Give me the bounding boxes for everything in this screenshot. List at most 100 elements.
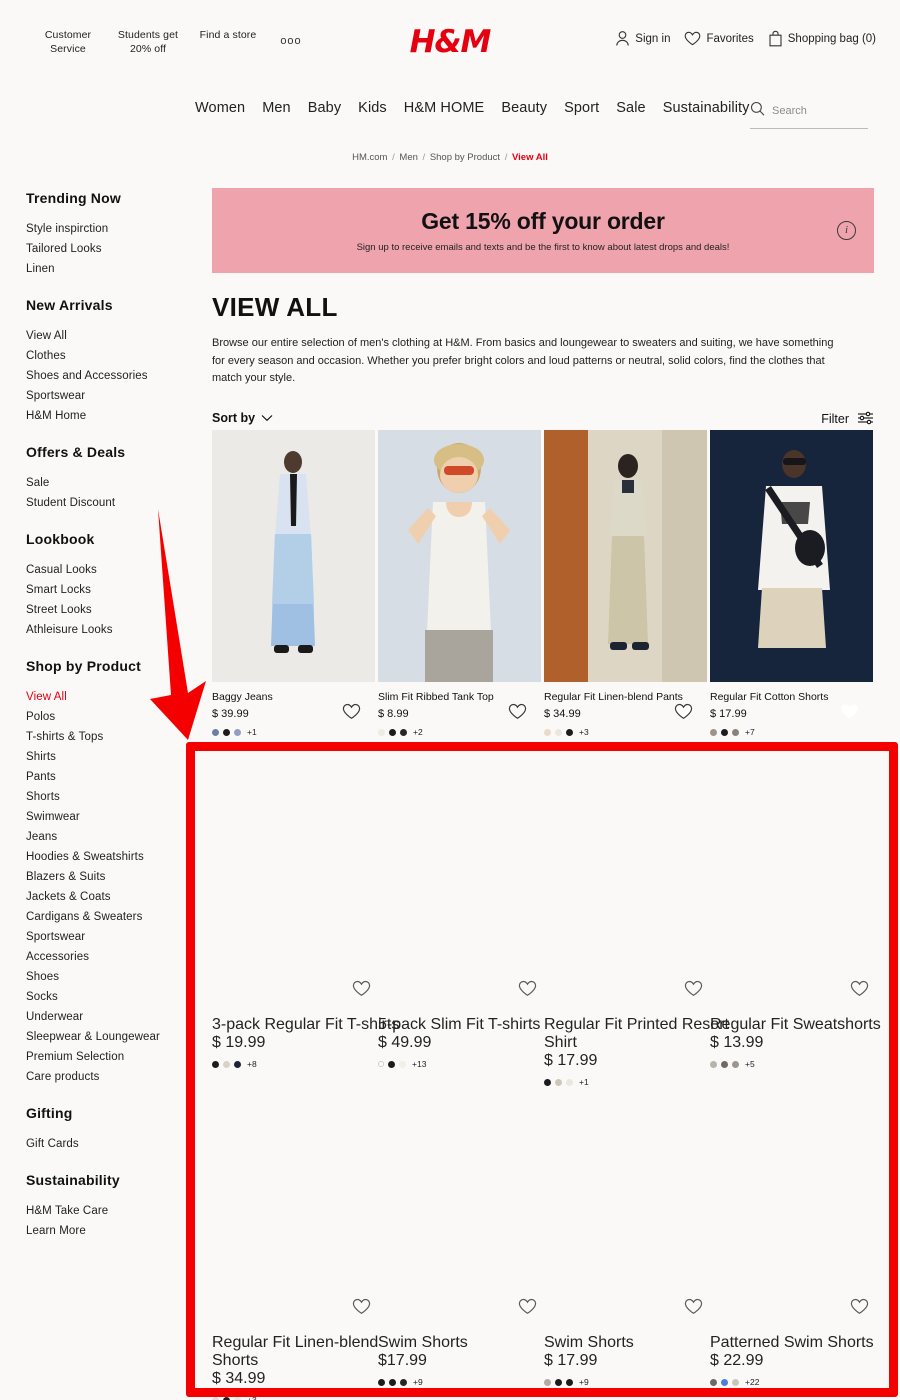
sidebar-item-shorts[interactable]: Shorts bbox=[26, 787, 191, 807]
nav-item-sustainability[interactable]: Sustainability bbox=[663, 100, 750, 116]
filter-button[interactable]: Filter bbox=[821, 411, 874, 428]
sidebar-item-accessories[interactable]: Accessories bbox=[26, 947, 191, 967]
favorite-heart-icon[interactable] bbox=[850, 1298, 869, 1320]
nav-item-kids[interactable]: Kids bbox=[358, 100, 387, 116]
sidebar-item-shoes-and-accessories[interactable]: Shoes and Accessories bbox=[26, 366, 191, 386]
hm-logo[interactable]: H&M bbox=[390, 24, 510, 60]
color-swatch bbox=[721, 1378, 728, 1386]
sidebar-item-care-products[interactable]: Care products bbox=[26, 1067, 191, 1087]
product-image-baggy-jeans[interactable] bbox=[212, 430, 375, 682]
sidebar-item-athleisure-looks[interactable]: Athleisure Looks bbox=[26, 620, 191, 640]
sidebar-item-sale[interactable]: Sale bbox=[26, 473, 191, 493]
product-card[interactable]: Regular Fit Cotton Shorts $ 17.99 +7 bbox=[710, 430, 873, 737]
sidebar-item-style-inspiration[interactable]: Style inspirction bbox=[26, 219, 191, 239]
favorite-heart-icon[interactable] bbox=[684, 980, 703, 1002]
color-swatches[interactable]: +2 bbox=[378, 727, 541, 737]
nav-item-women[interactable]: Women bbox=[195, 100, 245, 116]
product-card[interactable]: Swim Shorts $17.99 +9 bbox=[378, 1066, 541, 1387]
favorite-heart-icon-filled[interactable] bbox=[840, 703, 859, 725]
utility-link-customer-service[interactable]: Customer Service bbox=[28, 28, 108, 56]
product-card[interactable]: Swim Shorts $ 17.99 +9 bbox=[544, 1066, 707, 1387]
favorite-heart-icon[interactable] bbox=[850, 980, 869, 1002]
sidebar-item-hm-take-care[interactable]: H&M Take Care bbox=[26, 1201, 191, 1221]
search-input[interactable]: Search bbox=[750, 101, 868, 129]
utility-link-find-a-store[interactable]: Find a store bbox=[188, 28, 268, 42]
product-card[interactable]: Patterned Swim Shorts $ 22.99 +22 bbox=[710, 1066, 874, 1387]
sort-by-dropdown[interactable]: Sort by bbox=[212, 411, 273, 425]
product-card[interactable]: Regular Fit Linen-blend Pants $ 34.99 +3 bbox=[544, 430, 707, 737]
nav-item-sport[interactable]: Sport bbox=[564, 100, 599, 116]
favorite-heart-icon[interactable] bbox=[352, 980, 371, 1002]
sidebar-item-learn-more[interactable]: Learn More bbox=[26, 1221, 191, 1241]
nav-item-beauty[interactable]: Beauty bbox=[501, 100, 547, 116]
favorites-button[interactable]: Favorites bbox=[684, 31, 754, 46]
sidebar-item-street-looks[interactable]: Street Looks bbox=[26, 600, 191, 620]
nav-item-hm-home[interactable]: H&M HOME bbox=[404, 100, 485, 116]
favorite-heart-icon[interactable] bbox=[508, 703, 527, 725]
product-card[interactable]: Regular Fit Sweatshorts $ 13.99 +5 bbox=[710, 748, 881, 1069]
sidebar-item-hm-home[interactable]: H&M Home bbox=[26, 406, 191, 426]
favorite-heart-icon[interactable] bbox=[674, 703, 693, 725]
favorite-heart-icon[interactable] bbox=[342, 703, 361, 725]
breadcrumb-item-hm[interactable]: HM.com bbox=[352, 152, 387, 163]
promo-banner[interactable]: Get 15% off your order Sign up to receiv… bbox=[212, 188, 874, 273]
sidebar-item-jeans[interactable]: Jeans bbox=[26, 827, 191, 847]
favorite-heart-icon[interactable] bbox=[684, 1298, 703, 1320]
sidebar-item-underwear[interactable]: Underwear bbox=[26, 1007, 191, 1027]
sidebar-item-hoodies-sweatshirts[interactable]: Hoodies & Sweatshirts bbox=[26, 847, 191, 867]
sidebar-item-socks[interactable]: Socks bbox=[26, 987, 191, 1007]
main-content-header: VIEW ALL Browse our entire selection of … bbox=[212, 292, 874, 433]
sidebar-item-sleepwear-loungewear[interactable]: Sleepwear & Loungewear bbox=[26, 1027, 191, 1047]
breadcrumb: HM.com / Men / Shop by Product / View Al… bbox=[0, 152, 900, 163]
product-image-regular-fit-cotton-shorts[interactable] bbox=[710, 430, 873, 682]
nav-links: Women Men Baby Kids H&M HOME Beauty Spor… bbox=[195, 100, 750, 116]
color-swatches[interactable]: +1 bbox=[212, 727, 375, 737]
favorite-heart-icon[interactable] bbox=[352, 1298, 371, 1320]
sidebar-item-smart-looks[interactable]: Smart Locks bbox=[26, 580, 191, 600]
sign-in-button[interactable]: Sign in bbox=[615, 30, 670, 47]
color-swatches[interactable]: +22 bbox=[710, 1377, 900, 1387]
sidebar-item-jackets-coats[interactable]: Jackets & Coats bbox=[26, 887, 191, 907]
sidebar-item-view-all[interactable]: View All bbox=[26, 326, 191, 346]
favorite-heart-icon[interactable] bbox=[518, 980, 537, 1002]
sidebar-item-swimwear[interactable]: Swimwear bbox=[26, 807, 191, 827]
sidebar-item-premium-selection[interactable]: Premium Selection bbox=[26, 1047, 191, 1067]
product-card[interactable]: Slim Fit Ribbed Tank Top $ 8.99 +2 bbox=[378, 430, 541, 737]
product-card[interactable]: Baggy Jeans $ 39.99 +1 bbox=[212, 430, 375, 737]
sidebar-item-tailored-looks[interactable]: Tailored Looks bbox=[26, 239, 191, 259]
sidebar-item-view-all-active[interactable]: View All bbox=[26, 687, 191, 707]
color-swatches[interactable]: +7 bbox=[710, 727, 873, 737]
sidebar-item-shirts[interactable]: Shirts bbox=[26, 747, 191, 767]
sidebar-item-casual-looks[interactable]: Casual Looks bbox=[26, 560, 191, 580]
sidebar-item-sportswear[interactable]: Sportswear bbox=[26, 927, 191, 947]
color-swatches[interactable]: +3 bbox=[212, 1395, 412, 1400]
info-icon[interactable]: i bbox=[837, 221, 856, 240]
shopping-bag-button[interactable]: Shopping bag (0) bbox=[768, 30, 876, 47]
product-image-regular-fit-linen-blend-pants[interactable] bbox=[544, 430, 707, 682]
sidebar-item-gift-cards[interactable]: Gift Cards bbox=[26, 1134, 191, 1154]
sidebar-item-blazers-suits[interactable]: Blazers & Suits bbox=[26, 867, 191, 887]
product-image-slim-fit-ribbed-tank-top[interactable] bbox=[378, 430, 541, 682]
breadcrumb-item-men[interactable]: Men bbox=[399, 152, 417, 163]
product-card[interactable]: Regular Fit Printed Resort Shirt $ 17.99… bbox=[544, 748, 729, 1087]
sidebar-item-cardigans-sweaters[interactable]: Cardigans & Sweaters bbox=[26, 907, 191, 927]
utility-link-student-discount[interactable]: Students get 20% off bbox=[108, 28, 188, 56]
product-card[interactable]: Regular Fit Linen-blend Shorts $ 34.99 +… bbox=[212, 1066, 378, 1400]
nav-item-men[interactable]: Men bbox=[262, 100, 291, 116]
sidebar-item-shoes[interactable]: Shoes bbox=[26, 967, 191, 987]
sidebar-item-polos[interactable]: Polos bbox=[26, 707, 191, 727]
sidebar-item-tshirts-tops[interactable]: T-shirts & Tops bbox=[26, 727, 191, 747]
more-options-icon[interactable]: ooo bbox=[268, 28, 314, 47]
sidebar-item-sportswear[interactable]: Sportswear bbox=[26, 386, 191, 406]
sidebar-item-pants[interactable]: Pants bbox=[26, 767, 191, 787]
breadcrumb-item-shop-by-product[interactable]: Shop by Product bbox=[430, 152, 500, 163]
color-swatches[interactable]: +3 bbox=[544, 727, 707, 737]
nav-item-baby[interactable]: Baby bbox=[308, 100, 341, 116]
sidebar-item-clothes[interactable]: Clothes bbox=[26, 346, 191, 366]
product-card[interactable]: 5-pack Slim Fit T-shirts $ 49.99 +13 bbox=[378, 748, 541, 1069]
product-card[interactable]: 3-pack Regular Fit T-shirts $ 19.99 +8 bbox=[212, 748, 399, 1069]
sidebar-item-linen[interactable]: Linen bbox=[26, 259, 191, 279]
sidebar-item-student-discount[interactable]: Student Discount bbox=[26, 493, 191, 513]
nav-item-sale[interactable]: Sale bbox=[616, 100, 645, 116]
favorite-heart-icon[interactable] bbox=[518, 1298, 537, 1320]
